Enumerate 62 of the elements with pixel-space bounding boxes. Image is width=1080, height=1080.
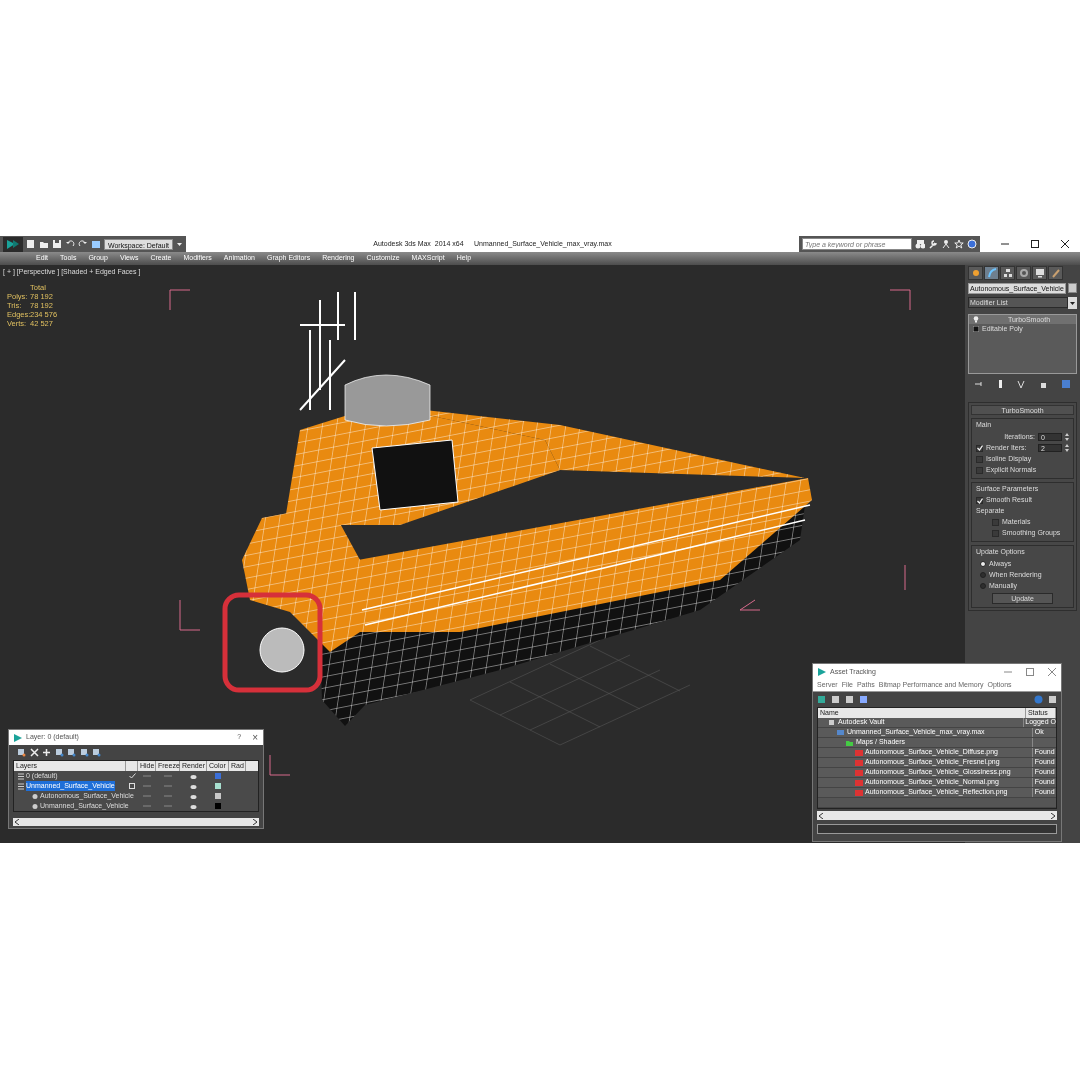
motion-icon [1018, 268, 1029, 278]
utilities-icon [1050, 268, 1061, 278]
color-swatch[interactable] [215, 773, 221, 779]
close-button[interactable]: × [252, 730, 258, 745]
checkbox[interactable] [976, 497, 983, 504]
horizontal-scrollbar[interactable] [817, 811, 1057, 820]
new-layer-icon[interactable] [17, 748, 26, 757]
checkmark-icon [976, 445, 983, 451]
horizontal-scrollbar[interactable] [13, 818, 259, 826]
spinner-arrows-icon[interactable] [1065, 433, 1069, 441]
app-logo-icon[interactable] [3, 236, 23, 252]
panel-tab[interactable] [1016, 266, 1031, 280]
box-corner [169, 289, 191, 311]
delete-icon[interactable] [29, 748, 39, 757]
checkbox[interactable] [976, 444, 983, 452]
spinner-arrows-icon[interactable] [1065, 444, 1069, 452]
box-corner [269, 754, 291, 776]
refresh-icon[interactable] [817, 695, 826, 704]
panel-tab[interactable] [968, 266, 983, 280]
panel-tab[interactable] [1048, 266, 1063, 280]
help-icon[interactable] [967, 239, 977, 249]
checkbox[interactable] [976, 466, 983, 474]
panel-tab[interactable] [1000, 266, 1015, 280]
save-icon[interactable] [52, 239, 62, 249]
layer-icon [18, 782, 24, 790]
box-corner [739, 599, 761, 611]
color-swatch[interactable] [215, 793, 221, 799]
radio-button[interactable] [980, 583, 986, 589]
pin-icon[interactable] [973, 379, 984, 389]
color-swatch[interactable] [215, 803, 221, 809]
box-corner [179, 599, 201, 631]
add-icon[interactable] [42, 748, 51, 757]
modify-icon [986, 268, 997, 278]
color-swatch[interactable] [215, 783, 221, 789]
bulb-icon[interactable] [973, 316, 979, 323]
checkbox[interactable] [992, 530, 999, 537]
color-swatch[interactable] [1068, 283, 1077, 293]
create-icon [970, 268, 981, 278]
close-icon[interactable] [1060, 239, 1070, 249]
checkmark-icon [128, 773, 136, 779]
box-corner [889, 289, 911, 311]
app-logo-icon [14, 733, 22, 742]
person-icon[interactable] [941, 239, 951, 249]
checkbox[interactable] [992, 519, 999, 526]
layer-icon [18, 772, 24, 780]
wrench-icon[interactable] [928, 239, 938, 249]
checkbox[interactable] [976, 455, 983, 463]
star-icon[interactable] [954, 239, 964, 249]
display-icon [1034, 268, 1045, 278]
maximize-icon[interactable] [1030, 239, 1040, 249]
radio-button[interactable] [980, 572, 986, 578]
new-file-icon[interactable] [26, 239, 36, 249]
undo-icon[interactable] [65, 239, 75, 249]
panel-tab[interactable] [984, 266, 999, 280]
panel-tab[interactable] [1032, 266, 1047, 280]
checkmark-icon [976, 497, 983, 504]
hierarchy-icon [1002, 268, 1013, 278]
redo-icon[interactable] [78, 239, 88, 249]
open-folder-icon[interactable] [39, 239, 49, 249]
binoculars-icon[interactable] [915, 239, 925, 249]
radio-button[interactable] [980, 561, 986, 567]
app-logo-icon [818, 668, 826, 676]
